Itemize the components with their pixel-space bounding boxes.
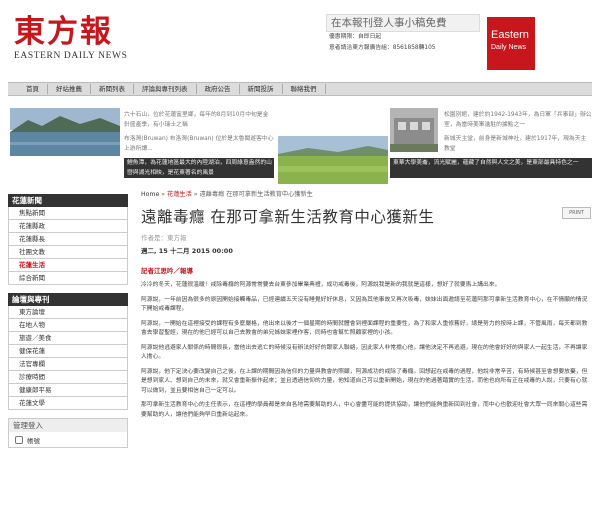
- main-nav: 首頁 好站推薦 新聞列表 評論與專刊列表 政府公告 新聞投訴 聯絡我們: [8, 82, 592, 96]
- sidebar-heading-news: 花蓮新聞: [8, 194, 128, 207]
- nav-item-news-list[interactable]: 新聞列表: [91, 84, 134, 94]
- sidebar-item-wellness[interactable]: 健康郎平易: [8, 384, 128, 397]
- sidebar-heading-opinion: 論壇與專刊: [8, 293, 128, 306]
- login-heading: 管理登入: [9, 419, 127, 432]
- nav-item-gov-notice[interactable]: 政府公告: [197, 84, 240, 94]
- sidebar-item-clinic[interactable]: 診療時間: [8, 371, 128, 384]
- person-icon: [15, 435, 23, 444]
- photo-caption-dark[interactable]: 東華大學美崙，流光賦麗，蘊藏了自然與人文之美，是東部最具特色之一: [390, 158, 592, 178]
- article-paragraph: 阿源說，他下定決心要改變自己之後，在上課的期間因為信仰的力量與教會的照顧，阿源成…: [141, 368, 588, 394]
- photo-caption: 六十石山，位於花蓮富里鄉，每年的8月到10月中旬是金針盛產季，有小瑞士之稱: [124, 112, 269, 128]
- advertisement-box[interactable]: 在本報刊登人事小稿免費 優惠期限：自即日起 意者請洽東方報廣告組：8561858…: [326, 14, 480, 64]
- article-paragraph: 阿源說，一開始在這裡接受的課程有多麼嚴格，他出來以後才一個星期的時間就體會到裡面…: [141, 320, 588, 337]
- grassland-photo[interactable]: [278, 136, 388, 184]
- photo-caption: 新城天主堂，前身是新城神社，建於1917年，現為天主教堂: [444, 136, 587, 152]
- lake-photo[interactable]: [10, 108, 120, 156]
- sidebar-item-literature[interactable]: 花蓮文學: [8, 397, 128, 410]
- photo-caption-dark[interactable]: 鯉魚潭，為花蓮地區最大的內陸湖泊，四周綠意盎然的山巒與湖光相映，是花東著名的風景: [124, 158, 274, 178]
- ad-line: 意者請洽東方報廣告組：8561858轉105: [329, 45, 436, 51]
- sidebar-item-people[interactable]: 在地人物: [8, 319, 128, 332]
- breadcrumb-home[interactable]: Home: [141, 191, 159, 198]
- sidebar-item-community[interactable]: 社團文教: [8, 246, 128, 259]
- article-paragraph: 冷冷的冬天，花蓮很溫暖！戒除毒癮的阿源常常要去台東參加畢業典禮，成功戒毒後，阿源…: [141, 282, 501, 288]
- article-author: 作者是：東方報: [141, 234, 187, 242]
- article-paragraph: 阿源說他逃避家人關係的時間很長，當他出去逃亡的時候沒有辦法好好的跟家人聯絡，因此…: [141, 344, 588, 361]
- sidebar-item-county-gov[interactable]: 花蓮縣政: [8, 220, 128, 233]
- article-title: 遠離毒癮 在那可拿新生活教育中心獲新生: [141, 208, 435, 226]
- breadcrumb-category[interactable]: 花蓮生活: [167, 191, 192, 198]
- ad-title: 在本報刊登人事小稿免費: [326, 14, 480, 32]
- photo-caption: 布洛灣(Bruwan) 布洛灣(Bruwan) 位於是太魯閣遊客中心上游所謂..…: [124, 136, 274, 152]
- logo-chinese: 東方報: [14, 14, 113, 50]
- article-paragraph: 阿源說，一年前因為很多的原因開始接觸毒品，已經連續五天沒有睡覺好好休息，又因為其…: [141, 296, 588, 313]
- sidebar-item-general[interactable]: 綜合新聞: [8, 272, 128, 285]
- sidebar-item-health[interactable]: 健保花蓮: [8, 345, 128, 358]
- badge-line: Eastern: [491, 29, 529, 41]
- sidebar-item-forum[interactable]: 東方論壇: [8, 306, 128, 319]
- print-button[interactable]: PRINT: [562, 207, 591, 219]
- site-logo[interactable]: 東方報 EASTERN DAILY NEWS: [14, 14, 127, 61]
- article-paragraph: 那可拿新生活教育中心的主任表示，在這裡的學員都是來自各地需要幫助的人，中心會盡可…: [141, 402, 588, 418]
- nav-item-contact[interactable]: 聯絡我們: [283, 84, 326, 94]
- building-photo[interactable]: [390, 108, 438, 152]
- sidebar-item-judge[interactable]: 法官專欄: [8, 358, 128, 371]
- article-date: 週二, 15 十二月 2015 00:00: [141, 247, 233, 255]
- nav-item-home[interactable]: 首頁: [8, 84, 48, 94]
- sidebar-item-life[interactable]: 花蓮生活: [8, 259, 128, 272]
- breadcrumb: Home » 花蓮生活 » 遠離毒癮 在那可拿新生活教育中心獲新生: [141, 191, 313, 198]
- article: Home » 花蓮生活 » 遠離毒癮 在那可拿新生活教育中心獲新生 遠離毒癮 在…: [141, 190, 591, 420]
- nav-item-recommended[interactable]: 好站推薦: [48, 84, 91, 94]
- badge-line: Daily News: [491, 44, 527, 51]
- eastern-daily-news-badge[interactable]: Eastern Daily News: [487, 17, 535, 70]
- username-row[interactable]: 帳號: [9, 432, 127, 447]
- site-header: 東方報 EASTERN DAILY NEWS 在本報刊登人事小稿免費 優惠期限：…: [0, 0, 600, 80]
- breadcrumb-current: 遠離毒癮 在那可拿新生活教育中心獲新生: [199, 191, 313, 198]
- photo-caption: 松園別館，建於約1942-1943年，為日軍「兵事部」辦公室，為當時美軍進駐的據…: [444, 112, 592, 128]
- nav-item-opinion-list[interactable]: 評論與專刊列表: [134, 84, 197, 94]
- ad-line: 優惠期限：自即日起: [329, 34, 382, 40]
- username-label: 帳號: [27, 436, 40, 445]
- sidebar-item-travel[interactable]: 旅遊／美食: [8, 332, 128, 345]
- sidebar-item-focus[interactable]: 焦點新聞: [8, 207, 128, 220]
- logo-english: EASTERN DAILY NEWS: [14, 51, 128, 61]
- article-reporter: 記者江思吟／報導: [141, 267, 193, 275]
- sidebar: 花蓮新聞 焦點新聞 花蓮縣政 花蓮縣長 社團文教 花蓮生活 綜合新聞 論壇與專刊…: [8, 194, 128, 448]
- login-box: 管理登入 帳號: [8, 418, 128, 448]
- nav-item-complaint[interactable]: 新聞投訴: [240, 84, 283, 94]
- photo-strip: 六十石山，位於花蓮富里鄉，每年的8月到10月中旬是金針盛產季，有小瑞士之稱 布洛…: [8, 108, 592, 184]
- sidebar-item-county-mayor[interactable]: 花蓮縣長: [8, 233, 128, 246]
